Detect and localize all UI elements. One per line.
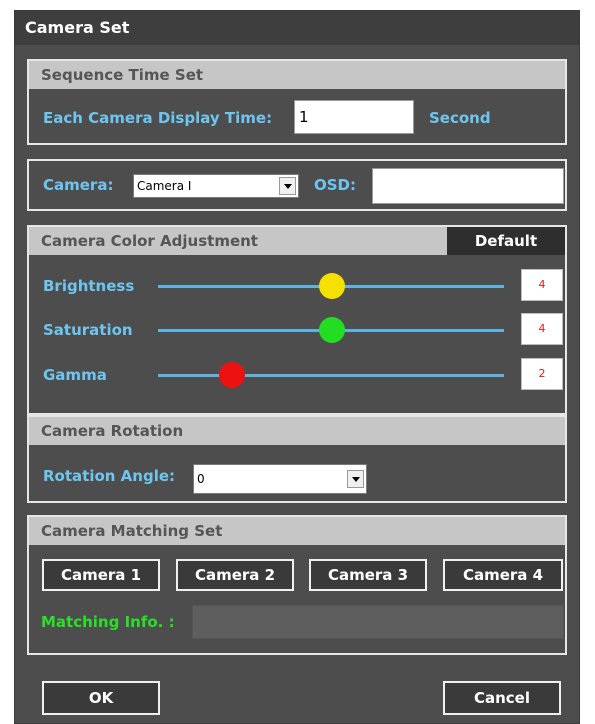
camera-dropdown-value: Camera I <box>137 179 192 193</box>
gamma-slider-handle[interactable] <box>219 362 245 388</box>
brightness-value: 4 <box>521 269 563 301</box>
matching-info-label: Matching Info. : <box>41 613 175 631</box>
default-button[interactable]: Default <box>447 227 565 255</box>
display-time-unit: Second <box>429 109 491 127</box>
color-adjust-section: Camera Color Adjustment Default Brightne… <box>27 225 567 415</box>
camera-set-dialog: Camera Set Sequence Time Set Each Camera… <box>14 10 580 724</box>
chevron-down-icon[interactable] <box>347 470 364 488</box>
saturation-value: 4 <box>521 313 563 345</box>
matching-section: Camera Matching Set Camera 1 Camera 2 Ca… <box>27 515 567 655</box>
color-adjust-title: Camera Color Adjustment <box>41 232 258 250</box>
rotation-angle-dropdown[interactable]: 0 <box>193 464 367 494</box>
camera-osd-section: Camera: Camera I OSD: <box>27 159 567 211</box>
saturation-slider-handle[interactable] <box>319 317 345 343</box>
gamma-value: 2 <box>521 358 563 390</box>
camera-dropdown[interactable]: Camera I <box>133 174 299 198</box>
color-adjust-header: Camera Color Adjustment Default <box>29 227 565 255</box>
camera-3-button[interactable]: Camera 3 <box>309 559 427 591</box>
display-time-input[interactable] <box>294 100 414 134</box>
osd-label: OSD: <box>314 176 357 194</box>
camera-4-button[interactable]: Camera 4 <box>443 559 563 591</box>
camera-1-button[interactable]: Camera 1 <box>42 559 160 591</box>
ok-button[interactable]: OK <box>42 681 160 715</box>
rotation-header: Camera Rotation <box>29 417 565 445</box>
dialog-title: Camera Set <box>15 11 579 45</box>
camera-2-button[interactable]: Camera 2 <box>176 559 294 591</box>
gamma-slider[interactable] <box>158 374 504 377</box>
cancel-button[interactable]: Cancel <box>443 681 561 715</box>
camera-label: Camera: <box>43 176 114 194</box>
display-time-label: Each Camera Display Time: <box>43 109 273 127</box>
sequence-time-header: Sequence Time Set <box>29 61 565 89</box>
matching-info-field <box>192 605 564 639</box>
saturation-label: Saturation <box>43 321 133 339</box>
matching-header: Camera Matching Set <box>29 517 565 545</box>
brightness-slider-handle[interactable] <box>319 273 345 299</box>
brightness-label: Brightness <box>43 277 135 295</box>
osd-input[interactable] <box>372 168 564 204</box>
chevron-down-icon[interactable] <box>279 177 296 195</box>
rotation-angle-label: Rotation Angle: <box>43 467 176 485</box>
rotation-angle-value: 0 <box>197 472 205 486</box>
rotation-section: Camera Rotation Rotation Angle: 0 <box>27 415 567 503</box>
gamma-label: Gamma <box>43 366 107 384</box>
sequence-time-section: Sequence Time Set Each Camera Display Ti… <box>27 59 567 145</box>
